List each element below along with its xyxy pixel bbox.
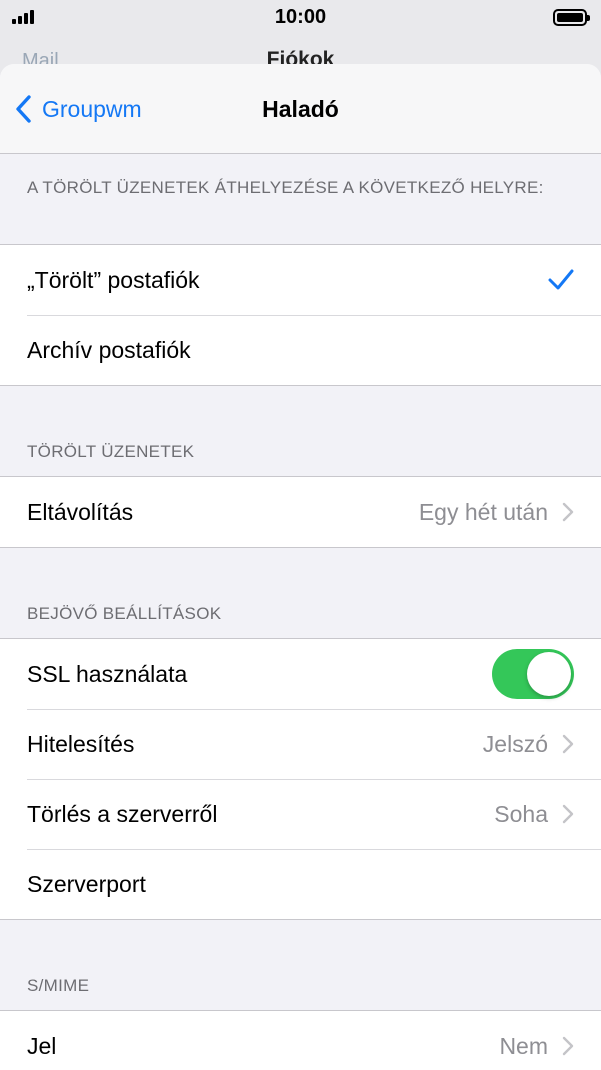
option-deleted-mailbox-label: „Törölt” postafiók <box>27 266 200 293</box>
deleted-messages-group: Eltávolítás Egy hét után <box>0 476 601 548</box>
smime-group: Jel Nem <box>0 1010 601 1070</box>
page-title: Haladó <box>262 96 339 122</box>
battery-icon <box>553 9 590 26</box>
delete-from-server-value: Soha <box>494 800 548 827</box>
option-archive-mailbox[interactable]: Archív postafiók <box>0 315 601 385</box>
server-port-label: Szerverport <box>27 870 146 897</box>
remove-row[interactable]: Eltávolítás Egy hét után <box>0 477 601 547</box>
chevron-right-icon <box>562 804 574 824</box>
section-header-move-deleted: A TÖRÖLT ÜZENETEK ÁTHELYEZÉSE A KÖVETKEZ… <box>27 178 544 197</box>
option-archive-mailbox-label: Archív postafiók <box>27 336 191 363</box>
move-deleted-group: „Törölt” postafiók Archív postafiók <box>0 244 601 386</box>
authentication-label: Hitelesítés <box>27 730 135 757</box>
ssl-label: SSL használata <box>27 660 188 687</box>
chevron-right-icon <box>562 502 574 522</box>
delete-from-server-label: Törlés a szerverről <box>27 800 218 827</box>
status-time: 10:00 <box>274 6 327 28</box>
ssl-row: SSL használata <box>0 639 601 709</box>
remove-label: Eltávolítás <box>27 498 134 525</box>
sign-row[interactable]: Jel Nem <box>0 1011 601 1070</box>
delete-from-server-row[interactable]: Törlés a szerverről Soha <box>0 779 601 849</box>
section-header-smime: S/MIME <box>27 976 90 995</box>
navigation-bar: Groupwm Haladó <box>0 64 601 154</box>
section-header-deleted-messages: TÖRÖLT ÜZENETEK <box>27 442 195 461</box>
section-header-incoming: BEJÖVŐ BEÁLLÍTÁSOK <box>27 604 222 623</box>
advanced-settings-sheet: Groupwm Haladó A TÖRÖLT ÜZENETEK ÁTHELYE… <box>0 64 601 1070</box>
authentication-value: Jelszó <box>482 730 548 757</box>
server-port-row[interactable]: Szerverport <box>0 849 601 919</box>
authentication-row[interactable]: Hitelesítés Jelszó <box>0 709 601 779</box>
sign-label: Jel <box>27 1032 57 1059</box>
ssl-toggle[interactable] <box>492 649 574 699</box>
chevron-right-icon <box>562 734 574 754</box>
option-deleted-mailbox[interactable]: „Törölt” postafiók <box>0 245 601 315</box>
sign-value: Nem <box>499 1032 548 1059</box>
checkmark-icon <box>548 269 574 290</box>
status-bar: 10:00 <box>0 0 601 34</box>
incoming-settings-group: SSL használata Hitelesítés Jelszó Törlés… <box>0 638 601 920</box>
remove-value: Egy hét után <box>418 498 548 525</box>
chevron-right-icon <box>562 1036 574 1056</box>
